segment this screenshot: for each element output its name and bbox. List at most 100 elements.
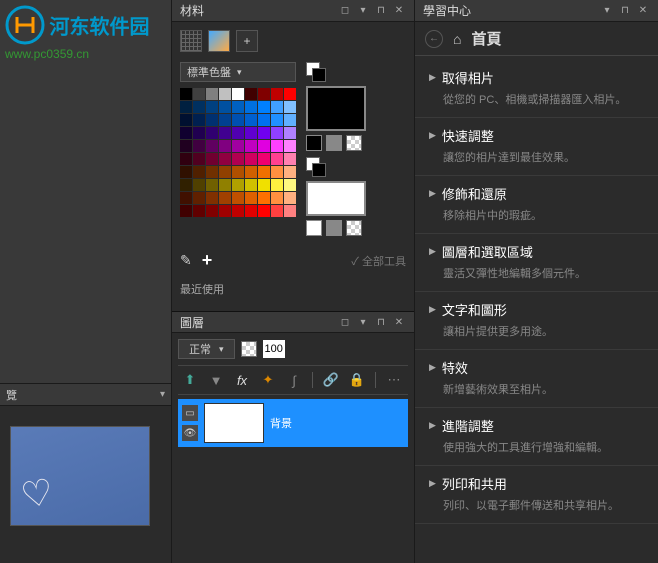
color-swatch[interactable] bbox=[245, 192, 257, 204]
learning-item[interactable]: ▶修飾和還原移除相片中的瑕疵。 bbox=[415, 176, 658, 234]
color-swatch[interactable] bbox=[180, 179, 192, 191]
color-swatch[interactable] bbox=[232, 179, 244, 191]
swatch-white[interactable] bbox=[306, 220, 322, 236]
color-swatch[interactable] bbox=[193, 153, 205, 165]
color-swatch[interactable] bbox=[193, 114, 205, 126]
gradient-view-button[interactable] bbox=[208, 30, 230, 52]
learning-item[interactable]: ▶快速調整讓您的相片達到最佳效果。 bbox=[415, 118, 658, 176]
learning-item[interactable]: ▶圖層和選取區域靈活又彈性地編輯多個元件。 bbox=[415, 234, 658, 292]
color-swatch[interactable] bbox=[232, 127, 244, 139]
layer-visibility-icon[interactable]: 👁 bbox=[182, 425, 198, 441]
color-swatch[interactable] bbox=[284, 114, 296, 126]
chevron-down-icon[interactable]: ▾ bbox=[160, 389, 165, 400]
blend-mode-dropdown[interactable]: 正常 ▾ bbox=[178, 339, 235, 359]
color-swatch[interactable] bbox=[284, 101, 296, 113]
close-icon[interactable]: ✕ bbox=[636, 4, 650, 18]
color-swatch[interactable] bbox=[258, 114, 270, 126]
color-swatch[interactable] bbox=[180, 192, 192, 204]
learning-item[interactable]: ▶文字和圖形讓相片提供更多用途。 bbox=[415, 292, 658, 350]
color-swatch[interactable] bbox=[180, 140, 192, 152]
color-swatch[interactable] bbox=[180, 88, 192, 100]
fx-button[interactable]: fx bbox=[232, 370, 252, 390]
color-swatch[interactable] bbox=[206, 88, 218, 100]
menu-icon[interactable]: ▾ bbox=[356, 315, 370, 329]
window-mode-icon[interactable]: ◻ bbox=[338, 4, 352, 18]
color-swatch[interactable] bbox=[180, 166, 192, 178]
bw-toggle-icon[interactable] bbox=[306, 157, 326, 177]
color-swatch[interactable] bbox=[258, 179, 270, 191]
home-label[interactable]: 首頁 bbox=[471, 28, 501, 49]
color-swatch[interactable] bbox=[271, 166, 283, 178]
swatch-transparent[interactable] bbox=[346, 220, 362, 236]
back-button[interactable]: ← bbox=[425, 30, 443, 48]
color-swatch[interactable] bbox=[219, 153, 231, 165]
color-swatch[interactable] bbox=[219, 205, 231, 217]
color-swatch[interactable] bbox=[271, 205, 283, 217]
color-swatch[interactable] bbox=[245, 88, 257, 100]
color-swatch[interactable] bbox=[193, 127, 205, 139]
swatch-black[interactable] bbox=[306, 135, 322, 151]
color-swatch[interactable] bbox=[271, 101, 283, 113]
color-swatch[interactable] bbox=[232, 153, 244, 165]
color-swatch[interactable] bbox=[271, 192, 283, 204]
color-swatch[interactable] bbox=[245, 114, 257, 126]
color-swatch[interactable] bbox=[193, 192, 205, 204]
color-swatch[interactable] bbox=[206, 153, 218, 165]
layer-select-icon[interactable]: ▭ bbox=[182, 405, 198, 421]
color-swatch[interactable] bbox=[193, 179, 205, 191]
layer-item[interactable]: ▭ 👁 背景 bbox=[178, 399, 408, 447]
window-mode-icon[interactable]: ◻ bbox=[338, 315, 352, 329]
adjust-button[interactable]: ∫ bbox=[284, 370, 304, 390]
pin-icon[interactable]: ⊓ bbox=[618, 4, 632, 18]
color-swatch[interactable] bbox=[258, 166, 270, 178]
color-swatch[interactable] bbox=[206, 192, 218, 204]
canvas-area[interactable] bbox=[0, 60, 171, 383]
home-icon[interactable]: ⌂ bbox=[453, 31, 461, 47]
color-swatch[interactable] bbox=[219, 192, 231, 204]
color-swatch[interactable] bbox=[258, 101, 270, 113]
color-swatch[interactable] bbox=[232, 140, 244, 152]
color-swatch[interactable] bbox=[258, 88, 270, 100]
color-swatch[interactable] bbox=[193, 140, 205, 152]
color-swatch[interactable] bbox=[193, 88, 205, 100]
color-swatch[interactable] bbox=[180, 127, 192, 139]
swatch-transparent[interactable] bbox=[346, 135, 362, 151]
opacity-input[interactable]: 100 bbox=[263, 340, 285, 358]
color-swatch[interactable] bbox=[193, 205, 205, 217]
more-button[interactable]: ⋯ bbox=[384, 370, 404, 390]
color-swatch[interactable] bbox=[284, 88, 296, 100]
color-swatch[interactable] bbox=[284, 192, 296, 204]
color-swatch[interactable] bbox=[232, 192, 244, 204]
color-swatch[interactable] bbox=[284, 205, 296, 217]
color-swatch[interactable] bbox=[180, 114, 192, 126]
new-layer-button[interactable]: ⬆ bbox=[180, 370, 200, 390]
color-swatch[interactable] bbox=[206, 127, 218, 139]
layer-thumbnail[interactable] bbox=[204, 403, 264, 443]
link-button[interactable]: 🔗 bbox=[321, 370, 341, 390]
lock-button[interactable]: 🔒 bbox=[347, 370, 367, 390]
color-swatch[interactable] bbox=[245, 166, 257, 178]
menu-icon[interactable]: ▾ bbox=[600, 4, 614, 18]
pin-icon[interactable]: ⊓ bbox=[374, 4, 388, 18]
palette-dropdown[interactable]: 標準色盤 ▾ bbox=[180, 62, 296, 82]
color-swatch[interactable] bbox=[271, 153, 283, 165]
color-swatch[interactable] bbox=[232, 114, 244, 126]
menu-icon[interactable]: ▾ bbox=[356, 4, 370, 18]
color-swatch[interactable] bbox=[245, 101, 257, 113]
color-swatch[interactable] bbox=[232, 101, 244, 113]
color-swatch[interactable] bbox=[271, 127, 283, 139]
learning-item[interactable]: ▶列印和共用列印、以電子郵件傳送和共享相片。 bbox=[415, 466, 658, 524]
swatch-gray[interactable] bbox=[326, 220, 342, 236]
color-swatch[interactable] bbox=[232, 205, 244, 217]
bw-toggle-icon[interactable] bbox=[306, 62, 326, 82]
color-swatch[interactable] bbox=[219, 166, 231, 178]
color-swatch[interactable] bbox=[206, 179, 218, 191]
color-swatch[interactable] bbox=[245, 140, 257, 152]
swatches-view-button[interactable] bbox=[180, 30, 202, 52]
color-swatch[interactable] bbox=[284, 140, 296, 152]
color-swatch[interactable] bbox=[245, 179, 257, 191]
color-swatch[interactable] bbox=[284, 166, 296, 178]
color-swatch[interactable] bbox=[245, 127, 257, 139]
color-swatch[interactable] bbox=[271, 114, 283, 126]
learning-item[interactable]: ▶進階調整使用強大的工具進行增強和編輯。 bbox=[415, 408, 658, 466]
